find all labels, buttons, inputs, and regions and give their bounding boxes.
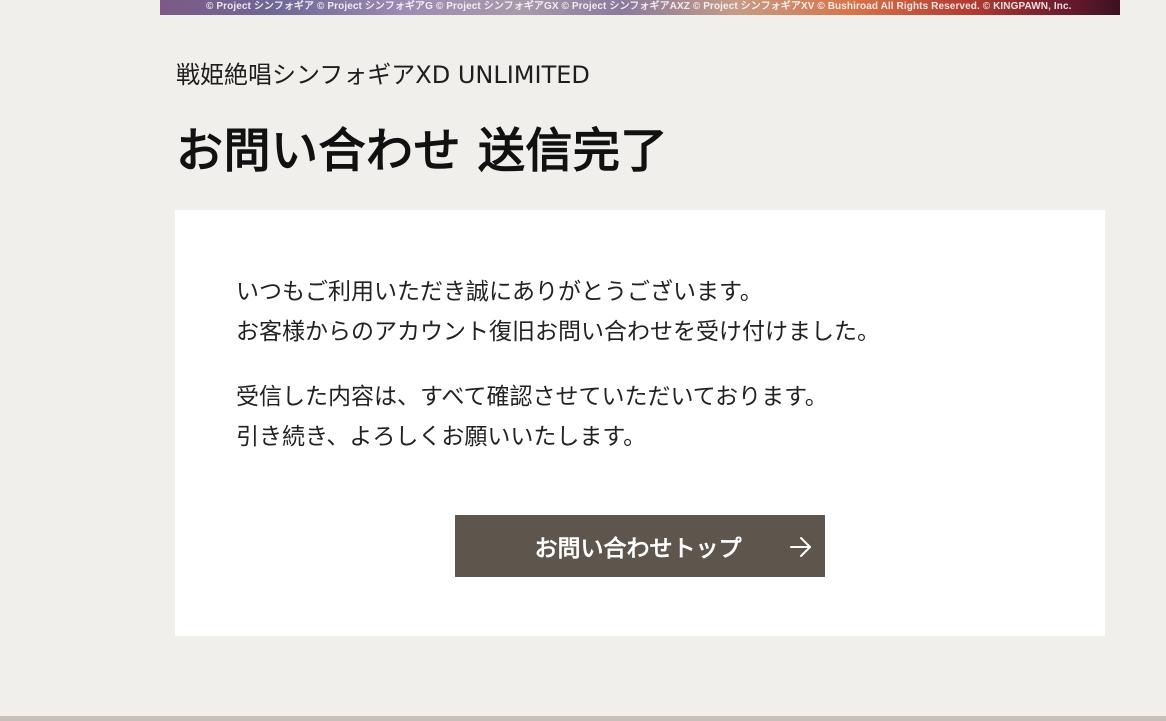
contact-top-button-label: お問い合わせトップ xyxy=(534,536,742,562)
game-name: 戦姫絶唱シンフォギアXD UNLIMITED xyxy=(176,61,590,89)
completion-message: いつもご利用いただき誠にありがとうございます。 お客様からのアカウント復旧お問い… xyxy=(236,272,880,457)
page-title: お問い合わせ 送信完了 xyxy=(176,124,668,179)
key-visual-banner: © Project シンフォギア © Project シンフォギアG © Pro… xyxy=(160,0,1120,15)
message-line: 受信した内容は、すべて確認させていただいております。 xyxy=(236,384,828,410)
arrow-right-icon xyxy=(790,537,811,557)
completion-card: いつもご利用いただき誠にありがとうございます。 お客様からのアカウント復旧お問い… xyxy=(175,210,1105,636)
message-line: 引き続き、よろしくお願いいたします。 xyxy=(236,424,647,450)
contact-top-button[interactable]: お問い合わせトップ xyxy=(455,515,825,577)
message-paragraph-2: 受信した内容は、すべて確認させていただいております。 引き続き、よろしくお願いい… xyxy=(236,377,880,457)
footer-divider xyxy=(0,716,1166,721)
message-line: お客様からのアカウント復旧お問い合わせを受け付けました。 xyxy=(236,319,880,345)
message-line: いつもご利用いただき誠にありがとうございます。 xyxy=(236,279,763,305)
banner-copyright: © Project シンフォギア © Project シンフォギアG © Pro… xyxy=(206,1,1072,12)
message-paragraph-1: いつもご利用いただき誠にありがとうございます。 お客様からのアカウント復旧お問い… xyxy=(236,272,880,352)
